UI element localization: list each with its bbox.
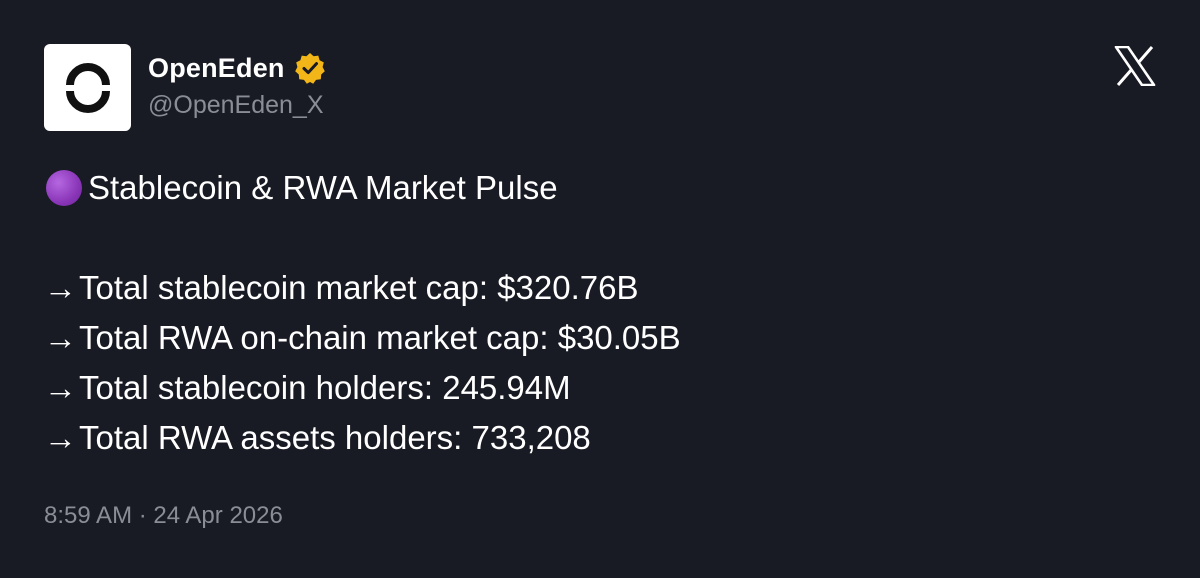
arrow-right-icon: → (44, 269, 77, 306)
stat-line-rwa-holders: → Total RWA assets holders: 733,208 (44, 413, 681, 463)
author-name-row: OpenEden (148, 51, 327, 85)
stat-line-stablecoin-market-cap: → Total stablecoin market cap: $320.76B (44, 263, 681, 313)
x-logo-icon[interactable] (1114, 46, 1156, 86)
post-body: Stablecoin & RWA Market Pulse → Total st… (44, 163, 681, 463)
headline-text: Stablecoin & RWA Market Pulse (88, 169, 558, 206)
post-headline: Stablecoin & RWA Market Pulse (44, 163, 681, 213)
stat-line-stablecoin-holders: → Total stablecoin holders: 245.94M (44, 363, 681, 413)
arrow-right-icon: → (44, 319, 77, 356)
post-timestamp[interactable]: 8:59 AM · 24 Apr 2026 (44, 502, 283, 530)
stat-text: Total stablecoin holders: 245.94M (79, 369, 571, 406)
avatar[interactable] (44, 44, 131, 131)
openeden-logo-icon (65, 62, 110, 113)
stat-text: Total RWA assets holders: 733,208 (79, 419, 591, 456)
author-identity: OpenEden @OpenEden_X (148, 51, 327, 120)
post-card: OpenEden @OpenEden_X Stablecoin & RWA Ma… (0, 0, 1200, 578)
post-header: OpenEden @OpenEden_X (44, 44, 327, 131)
purple-circle-icon (46, 170, 82, 206)
author-display-name[interactable]: OpenEden (148, 53, 285, 84)
author-handle[interactable]: @OpenEden_X (148, 91, 327, 120)
stat-line-rwa-market-cap: → Total RWA on-chain market cap: $30.05B (44, 313, 681, 363)
arrow-right-icon: → (44, 419, 77, 456)
verified-badge-icon (294, 53, 325, 84)
arrow-right-icon: → (44, 369, 77, 406)
stat-text: Total RWA on-chain market cap: $30.05B (79, 319, 681, 356)
stat-text: Total stablecoin market cap: $320.76B (79, 269, 639, 306)
